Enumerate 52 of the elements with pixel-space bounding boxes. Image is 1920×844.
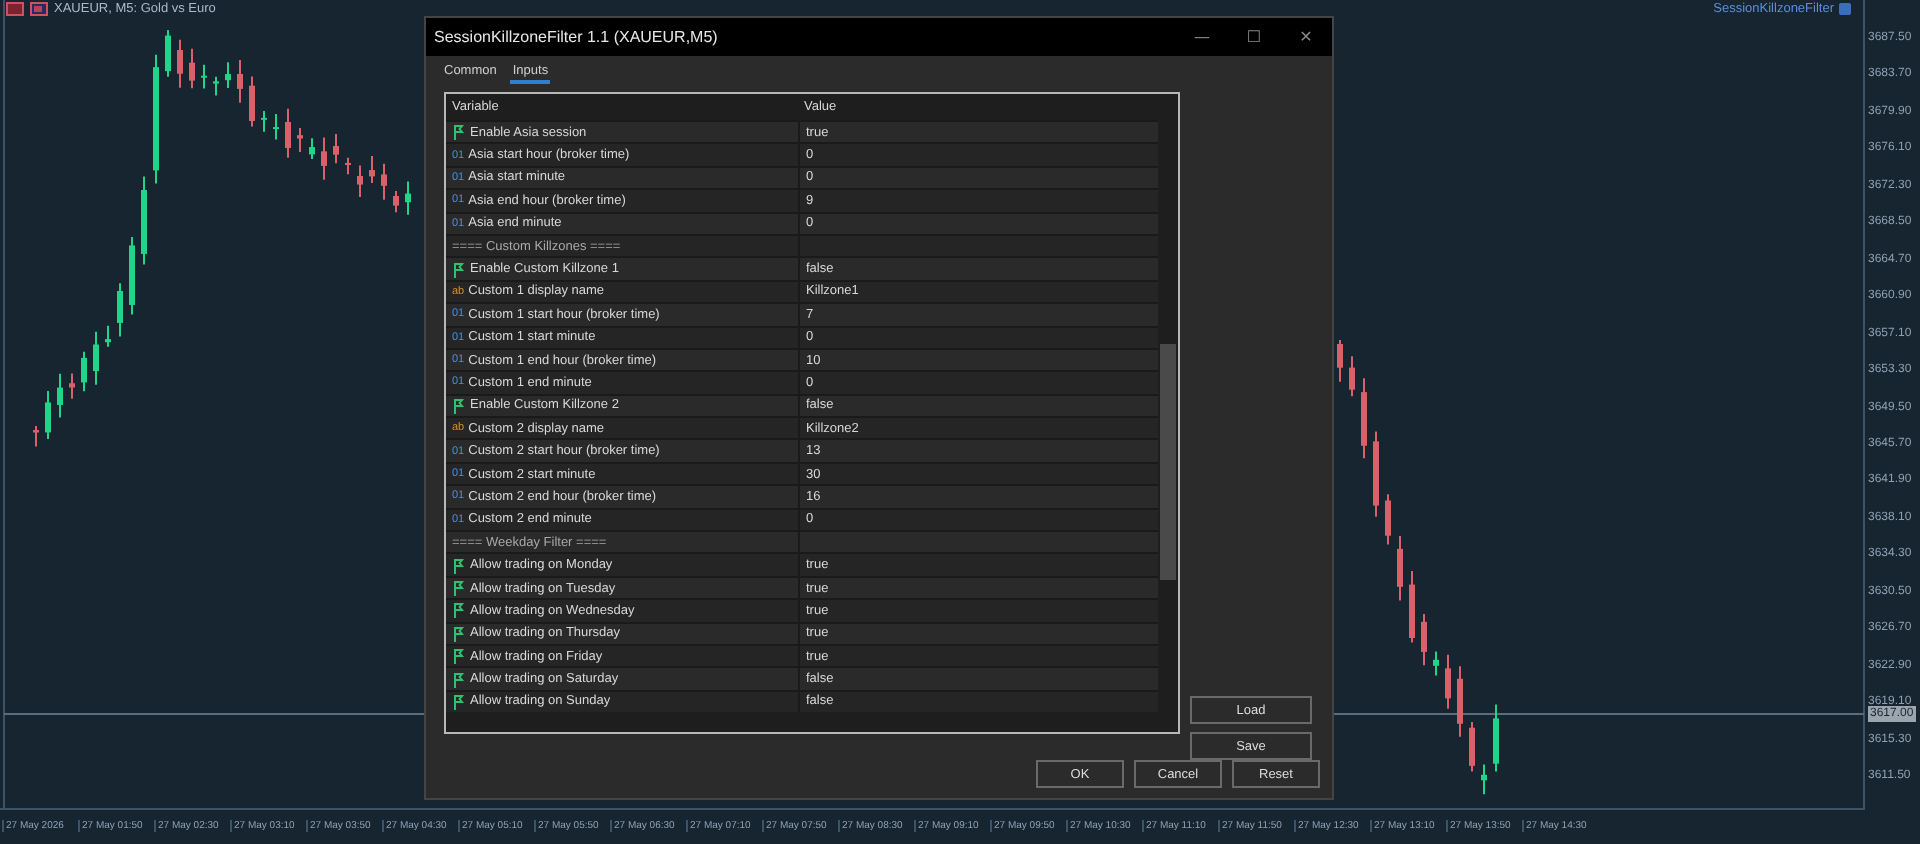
- candle: [105, 324, 111, 348]
- candle: [1421, 613, 1427, 667]
- candle: [237, 59, 243, 104]
- candle: [297, 126, 303, 153]
- candle: [213, 75, 219, 97]
- minimize-button[interactable]: —: [1176, 18, 1228, 56]
- candle: [285, 107, 291, 159]
- candle: [393, 189, 399, 214]
- window-title: SessionKillzoneFilter 1.1 (XAUEUR,M5): [434, 28, 718, 46]
- candle: [69, 372, 75, 400]
- candle: [129, 236, 135, 316]
- candle: [381, 162, 387, 201]
- candle: [165, 28, 171, 78]
- candle: [405, 180, 411, 216]
- candle: [1493, 703, 1499, 773]
- candle: [309, 137, 315, 160]
- expert-icon[interactable]: [1838, 2, 1852, 16]
- candle: [1385, 493, 1391, 546]
- candle: [1433, 650, 1439, 677]
- candle: [321, 136, 327, 181]
- maximize-button[interactable]: ☐: [1228, 18, 1280, 56]
- candle: [369, 155, 375, 185]
- candle: [1481, 763, 1487, 796]
- candle: [261, 110, 267, 133]
- candle: [345, 156, 351, 176]
- candle: [177, 38, 183, 89]
- candle: [1409, 570, 1415, 644]
- candle: [357, 164, 363, 199]
- candle: [1337, 339, 1343, 383]
- candle: [1349, 355, 1355, 398]
- close-button[interactable]: ✕: [1280, 18, 1332, 56]
- candle: [153, 53, 159, 185]
- candle: [249, 75, 255, 128]
- candle: [1361, 377, 1367, 460]
- candle: [33, 425, 39, 448]
- candle: [57, 372, 63, 419]
- scrollbar-thumb[interactable]: [1160, 344, 1176, 580]
- candle: [1373, 430, 1379, 518]
- candle: [141, 175, 147, 266]
- candle: [1445, 653, 1451, 710]
- candle: [117, 282, 123, 338]
- candle: [45, 390, 51, 441]
- candle: [225, 61, 231, 89]
- candle: [81, 350, 87, 393]
- candle: [93, 330, 99, 386]
- candle: [1457, 665, 1463, 738]
- candle: [189, 47, 195, 90]
- candle: [1469, 721, 1475, 773]
- candle: [201, 63, 207, 90]
- candle: [273, 113, 279, 141]
- candle: [1397, 535, 1403, 602]
- candle: [333, 132, 339, 165]
